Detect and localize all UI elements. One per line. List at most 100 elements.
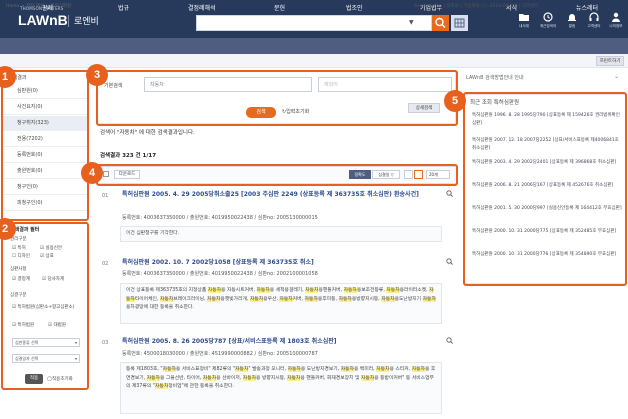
callout-badge-4: 4	[81, 162, 103, 184]
search-button[interactable]	[432, 15, 449, 31]
result-body-text: 타이어체인,	[134, 296, 160, 302]
result-body-text: 등록 제1803호, "	[126, 367, 163, 372]
keyword-highlight: 자동차	[304, 296, 318, 302]
keyword-highlight: 자동차	[287, 375, 301, 381]
search-guide-link[interactable]: LAWnB 검색방법안내 안내	[466, 74, 524, 81]
result-body-text: 용 서비스표정비" 제82류의 "	[175, 367, 236, 372]
keypad-icon	[454, 18, 465, 28]
result-body-text: 용우산,	[263, 296, 280, 302]
keyword-highlight: 자동차	[422, 296, 436, 302]
result-body-text: 용 자동시트커버,	[221, 288, 257, 293]
result-meta: 등록번호: 4003637350000 / 출원번호: 401995002243…	[122, 215, 318, 221]
callout-box-4	[96, 164, 458, 186]
result-body-text: 브레이크라이닝,	[173, 296, 208, 302]
keypad-button[interactable]	[451, 15, 468, 31]
user-icon	[612, 12, 620, 22]
account-info: Searched by | 정회원 | 기업회원 | (~2016-06-22)…	[414, 4, 539, 9]
chevron-down-icon[interactable]: ⌄	[614, 73, 619, 80]
result-number: 03	[102, 340, 109, 346]
result-body-text: 용 선바이저,	[216, 375, 243, 381]
zoom-icon[interactable]	[446, 337, 453, 344]
callout-box-3	[96, 70, 458, 126]
result-body-text: 이건 상표등록 제363735호의 지정상품	[126, 288, 208, 293]
result-body-text: 용 그물선반, 타이어,	[159, 375, 203, 381]
result-meta: 등록번호: 4500018030000 / 출원번호: 451999000088…	[122, 351, 318, 357]
logo-divider	[68, 15, 69, 27]
search-input[interactable]	[197, 16, 407, 30]
result-title[interactable]: 특허심판원 2002. 10. 7 2002당1058 [상표등록 제 3637…	[122, 258, 432, 267]
result-body: 등록 제1803호, "자동차용 서비스표정비" 제82류의 "자동차" 발송과…	[120, 362, 442, 414]
result-body-text: 용 방향지시등,	[256, 375, 288, 381]
result-body-text: 커버,	[292, 296, 305, 302]
callout-badge-5: 5	[444, 90, 466, 112]
callout-badge-3: 3	[86, 64, 108, 86]
keyword-highlight: 자동차	[381, 296, 395, 302]
result-body-text: 용 도난방지경보기,	[300, 367, 341, 372]
print-button[interactable]: 프린트하기	[596, 56, 624, 66]
keyword-highlight: 자동차	[159, 296, 174, 302]
result-body: 이건 상표등록 제363735호의 지정상품 자동차용 자동시트커버, 자동차용…	[120, 283, 442, 324]
result-body-text: 용라이터소켓,	[399, 288, 430, 293]
dropdown-arrow-icon[interactable]: ▼	[409, 19, 416, 26]
keyword-highlight: 자동차	[235, 367, 249, 372]
keyword-highlight: 자동차	[338, 296, 352, 302]
main-nav	[0, 38, 628, 54]
nav-item-literature[interactable]: 문헌	[274, 3, 285, 12]
result-body-text: 용핸들커버,	[318, 288, 344, 293]
result-body-text: 용 백미러,	[353, 367, 377, 372]
callout-box-2	[1, 222, 89, 390]
keyword-highlight: 자동차	[360, 375, 375, 381]
customer-center-button[interactable]: 고객센터	[584, 12, 604, 29]
result-body-text: 이건 심판청구를 기각한다.	[126, 231, 180, 236]
keyword-highlight: 자동차	[155, 384, 169, 389]
nav-item-decision[interactable]: 결정례해석	[188, 3, 216, 12]
recent-search-button[interactable]: 최근검색어	[538, 12, 558, 29]
result-body-text: 용방향지시등,	[351, 296, 382, 302]
keyword-highlight: 자동차	[376, 367, 390, 372]
bell-icon	[568, 14, 576, 21]
breadcrumb: Home > 결정·해석 > 특허심판원	[6, 4, 72, 9]
history-icon	[543, 12, 553, 22]
result-body-text: 용차광망에 대한 등록을 취소한다.	[126, 305, 194, 310]
logo-korean[interactable]: 로엔비	[74, 14, 99, 27]
result-body-text: 용보조전등류,	[356, 288, 387, 293]
my-info-label: 나의정보	[609, 24, 623, 28]
notification-button[interactable]: 알림	[562, 12, 582, 29]
keyword-highlight: 자동차	[162, 367, 176, 372]
keyword-highlight: 자동차	[202, 375, 217, 381]
keyword-highlight: 자동차	[343, 288, 357, 293]
my-library-button[interactable]: 내서재	[514, 12, 534, 29]
keyword-highlight: 자동차	[279, 296, 293, 302]
logo[interactable]: LAWnB	[18, 12, 68, 28]
headset-icon	[589, 12, 599, 21]
my-library-label: 내서재	[519, 24, 529, 28]
result-title[interactable]: 특허심판원 2005. 4. 29 2005당취소출25 [2003 주심판 2…	[122, 190, 432, 199]
keyword-highlight: 자동차	[249, 296, 264, 302]
result-body-text: 용햇빛가리개,	[220, 296, 250, 302]
keyword-highlight: 자동차	[207, 288, 222, 293]
callout-box-1	[1, 70, 89, 221]
result-body-text: 용 스티커,	[389, 367, 412, 372]
result-body-text: 용후미등,	[317, 296, 339, 302]
keyword-highlight: 자동차	[340, 367, 354, 372]
result-count: 검색결과 323 건 1/17	[100, 153, 157, 159]
keyword-highlight: 자동차	[242, 375, 257, 381]
keyword-highlight: 자동차	[287, 367, 301, 372]
callout-box-5	[463, 92, 627, 286]
result-body-text: 용 세척용걸레기,	[269, 288, 306, 293]
notification-label: 알림	[568, 24, 576, 28]
nav-item-lawyer[interactable]: 법조인	[346, 3, 363, 12]
keyword-highlight: 자동차	[305, 288, 319, 293]
zoom-icon[interactable]	[446, 258, 453, 265]
nav-item-law[interactable]: 법규	[118, 3, 129, 12]
customer-center-label: 고객센터	[587, 24, 601, 28]
result-title[interactable]: 특허심판원 2005. 8. 26 2005당787 [상표/서비스표등록 제 …	[122, 337, 432, 346]
nav-item-newsletter[interactable]: 뉴스레터	[576, 3, 598, 12]
zoom-icon[interactable]	[446, 190, 453, 197]
result-body-text: 정비업"에 관한 등록을 취소한다.	[168, 384, 234, 389]
my-info-button[interactable]: 나의정보	[606, 12, 626, 29]
search-summary: 검색어 "자동차" 에 대한 검색결과입니다.	[100, 130, 195, 136]
result-body-text: 용도난방지기	[394, 296, 423, 302]
result-number: 02	[102, 261, 109, 267]
result-meta: 등록번호: 4003637350000 / 출원번호: 401995002243…	[122, 271, 318, 277]
